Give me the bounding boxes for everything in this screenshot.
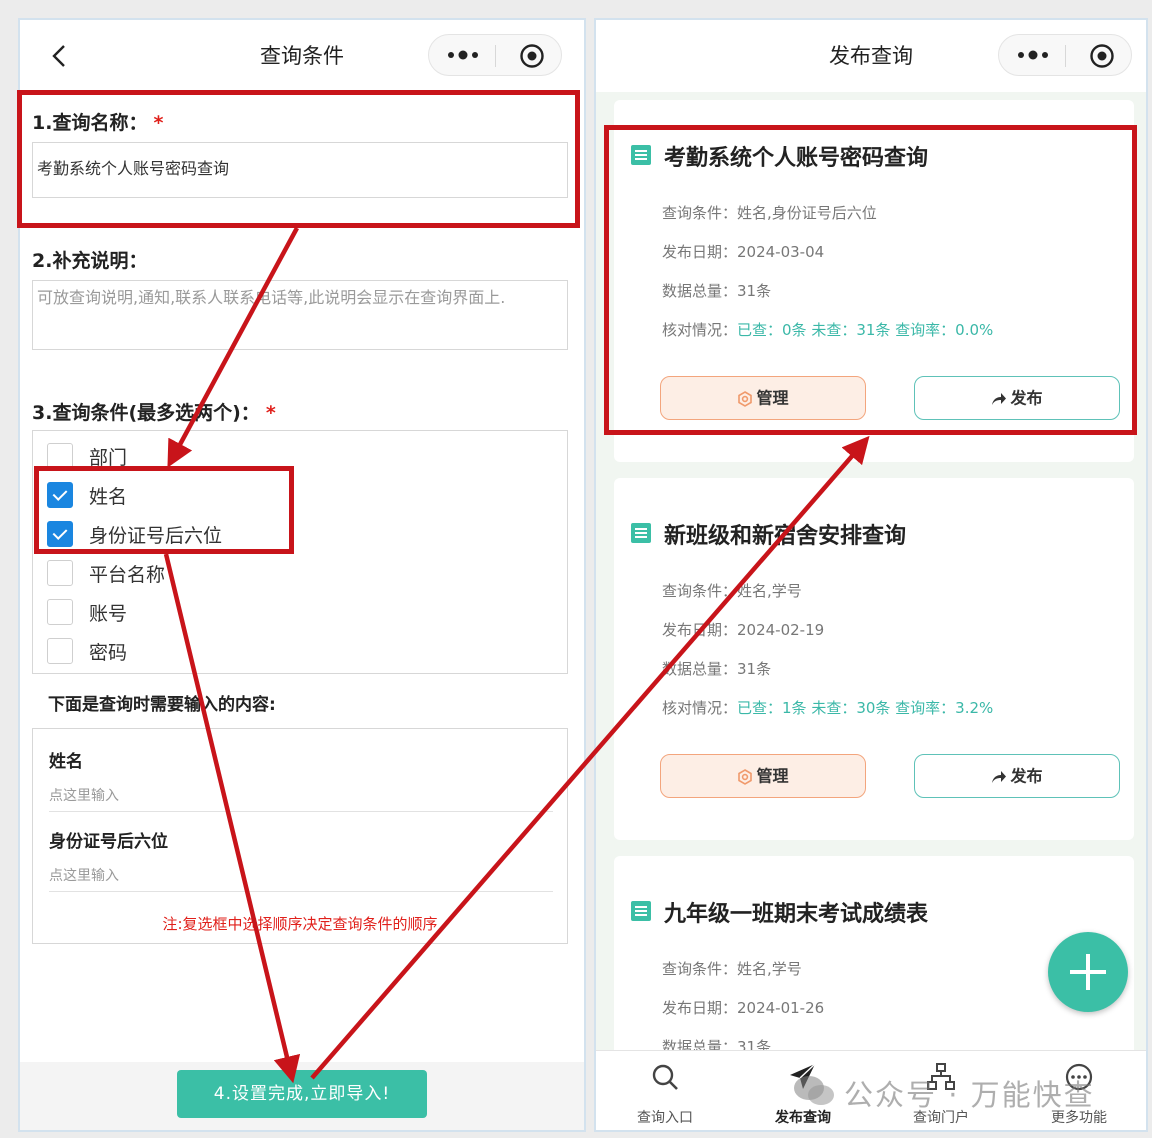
close-target-icon[interactable] [519,43,545,69]
publish-query-screen: 发布查询 考勤系统个人账号密码查询 查询条件：姓名,身份证号后六位 发布日期：2… [594,18,1148,1132]
checkbox-label: 姓名 [89,486,128,508]
tab-query-entry[interactable]: 查询入口 [596,1051,734,1130]
more-dots-icon[interactable] [443,44,483,66]
checkbox[interactable] [47,599,73,625]
card-check-status: 核对情况：已查：0条 未查：31条 查询率：0.0% [662,321,994,339]
order-note: 注:复选框中选择顺序决定查询条件的顺序 [162,915,438,933]
close-target-icon[interactable] [1089,43,1115,69]
tab-label: 发布查询 [775,1110,831,1126]
checkbox[interactable] [47,638,73,664]
document-icon [631,901,651,921]
card-condition: 查询条件：姓名,学号 [662,960,802,978]
tab-label: 更多功能 [1051,1110,1107,1126]
checkbox[interactable] [47,443,73,469]
check-stats: 已查：1条 未查：30条 查询率：3.2% [737,699,994,717]
tab-label: 查询入口 [637,1110,693,1126]
checkbox-label: 部门 [89,447,128,469]
input-preview-label: 姓名 [49,752,83,772]
checkbox-label: 身份证号后六位 [89,525,223,547]
tab-more-features[interactable]: 更多功能 [1010,1051,1146,1130]
publish-button[interactable]: 发布 [914,754,1120,798]
nav-bar: 查询条件 [20,20,584,92]
bottom-tab-bar: 查询入口 发布查询 查询门户 更多功能 [596,1050,1146,1130]
publish-button[interactable]: 发布 [914,376,1120,420]
card-title: 新班级和新宿舍安排查询 [664,524,907,549]
checkbox-checked[interactable] [47,482,73,508]
tab-query-portal[interactable]: 查询门户 [872,1051,1010,1130]
more-icon [1065,1063,1093,1091]
description-label: 2.补充说明： [32,250,148,272]
search-icon [652,1064,678,1090]
gear-icon [738,768,753,785]
card-total: 数据总量：31条 [662,660,772,678]
card-total: 数据总量：31条 [662,282,772,300]
card-condition: 查询条件：姓名,身份证号后六位 [662,204,877,222]
card-title: 九年级一班期末考试成绩表 [664,902,929,927]
query-name-input[interactable]: 考勤系统个人账号密码查询 [32,142,568,198]
input-preview-field[interactable]: 点这里输入 [49,865,553,892]
card-condition: 查询条件：姓名,学号 [662,582,802,600]
check-stats: 已查：0条 未查：31条 查询率：0.0% [737,321,994,339]
card-date: 发布日期：2024-02-19 [662,621,825,639]
query-card: 考勤系统个人账号密码查询 查询条件：姓名,身份证号后六位 发布日期：2024-0… [614,100,1134,462]
inputs-heading: 下面是查询时需要输入的内容: [48,695,276,715]
share-arrow-icon [992,770,1007,783]
plus-icon [1070,954,1106,990]
query-card: 新班级和新宿舍安排查询 查询条件：姓名,学号 发布日期：2024-02-19 数… [614,478,1134,840]
sitemap-icon [927,1063,955,1090]
document-icon [631,145,651,165]
input-preview-field[interactable]: 点这里输入 [49,785,553,812]
manage-button[interactable]: 管理 [660,754,866,798]
checkbox-label: 密码 [89,642,128,664]
checkbox-label: 账号 [89,603,128,625]
card-check-status: 核对情况：已查：1条 未查：30条 查询率：3.2% [662,699,994,717]
checkbox-checked[interactable] [47,521,73,547]
query-name-label: 1.查询名称： * [32,112,164,134]
query-conditions-screen: 查询条件 1.查询名称： * 考勤系统个人账号密码查询 2.补充说明： 可放查询说… [18,18,586,1132]
manage-button[interactable]: 管理 [660,376,866,420]
conditions-label: 3.查询条件(最多选两个)： * [32,402,276,424]
mini-program-capsule [998,34,1132,76]
document-icon [631,523,651,543]
conditions-checkbox-group: 部门 姓名 身份证号后六位 平台名称 账号 密码 [32,430,568,674]
card-date: 发布日期：2024-01-26 [662,999,825,1017]
input-preview-label: 身份证号后六位 [49,832,168,852]
query-inputs-preview: 姓名 点这里输入 身份证号后六位 点这里输入 注:复选框中选择顺序决定查询条件的… [32,728,568,944]
more-dots-icon[interactable] [1013,44,1053,66]
card-date: 发布日期：2024-03-04 [662,243,825,261]
add-query-fab[interactable] [1048,932,1128,1012]
checkbox-label: 平台名称 [89,564,166,586]
required-mark: * [153,112,164,134]
checkbox[interactable] [47,560,73,586]
send-icon [790,1063,816,1089]
mini-program-capsule [428,34,562,76]
tab-publish-query[interactable]: 发布查询 [734,1051,872,1130]
gear-icon [738,390,753,407]
description-textarea[interactable]: 可放查询说明,通知,联系人联系电话等,此说明会显示在查询界面上. [32,280,568,350]
share-arrow-icon [992,392,1007,405]
submit-import-button[interactable]: 4.设置完成,立即导入! [177,1070,427,1118]
nav-bar: 发布查询 [596,20,1146,92]
tab-label: 查询门户 [913,1110,969,1126]
capsule-divider [1065,45,1066,67]
card-title: 考勤系统个人账号密码查询 [664,146,929,171]
required-mark: * [265,402,276,424]
capsule-divider [495,45,496,67]
